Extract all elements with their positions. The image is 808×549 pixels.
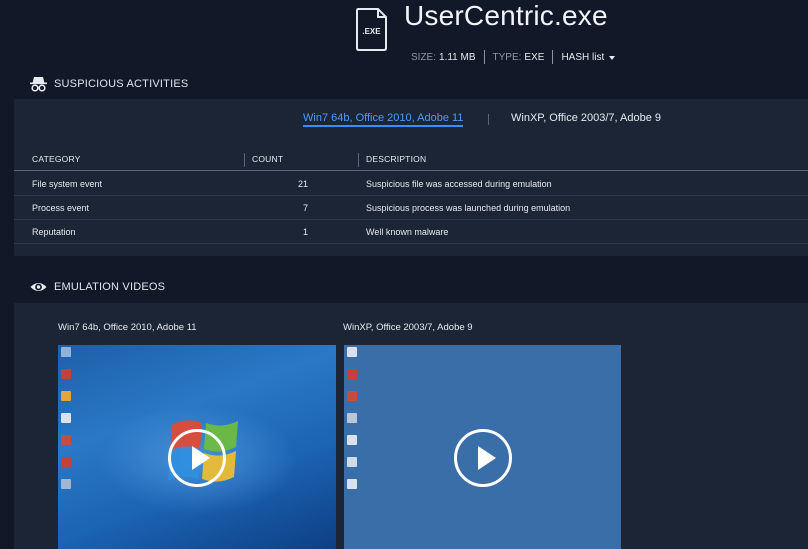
type-label: TYPE:	[492, 51, 522, 63]
eye-icon	[30, 283, 47, 291]
column-divider	[244, 153, 245, 167]
desktop-icon	[347, 413, 357, 423]
column-header-count[interactable]: COUNT	[252, 154, 283, 164]
file-title: UserCentric.exe	[404, 0, 608, 31]
desktop-icon	[347, 479, 357, 489]
desktop-icon	[61, 391, 71, 401]
play-icon[interactable]	[168, 429, 226, 487]
video-thumbnail-winxp[interactable]	[344, 345, 621, 549]
meta-divider	[552, 50, 554, 64]
suspicious-activities-header: SUSPICIOUS ACTIVITIES	[0, 71, 808, 97]
cell-description: Suspicious file was accessed during emul…	[366, 179, 552, 189]
section-title: EMULATION VIDEOS	[54, 281, 166, 293]
desktop-icon	[347, 369, 357, 379]
desktop-icons	[346, 347, 358, 501]
size-value: 1.11 MB	[439, 51, 476, 63]
cell-count: 7	[302, 203, 308, 213]
desktop-icon	[61, 479, 71, 489]
desktop-icon	[61, 347, 71, 357]
cell-category: File system event	[32, 179, 103, 189]
table-row[interactable]: File system event 21 Suspicious file was…	[14, 172, 808, 196]
hash-list-label: HASH list	[561, 51, 605, 63]
desktop-icon	[347, 435, 357, 445]
video-label-winxp: WinXP, Office 2003/7, Adobe 9	[343, 322, 473, 333]
cell-description: Suspicious process was launched during e…	[366, 203, 571, 213]
cell-count: 21	[297, 179, 308, 189]
desktop-icon	[347, 391, 357, 401]
desktop-icon	[347, 347, 357, 357]
file-header: .EXE UserCentric.exe SIZE: 1.11 MB TYPE:…	[0, 0, 808, 74]
desktop-icons	[60, 347, 72, 501]
desktop-icon	[61, 435, 71, 445]
spy-icon	[30, 77, 47, 92]
video-thumbnail-win7[interactable]	[58, 345, 336, 549]
table-header: CATEGORY COUNT DESCRIPTION	[14, 147, 808, 171]
column-header-description[interactable]: DESCRIPTION	[366, 154, 426, 164]
tab-win7[interactable]: Win7 64b, Office 2010, Adobe 11	[303, 112, 464, 127]
video-label-win7: Win7 64b, Office 2010, Adobe 11	[58, 322, 197, 333]
cell-description: Well known malware	[366, 227, 449, 237]
file-meta: SIZE: 1.11 MB TYPE: EXE HASH list	[411, 50, 616, 64]
type-value: EXE	[524, 51, 545, 63]
suspicious-activities-panel: Win7 64b, Office 2010, Adobe 11 WinXP, O…	[14, 99, 808, 256]
tab-divider	[488, 114, 489, 125]
emulation-videos-panel: Win7 64b, Office 2010, Adobe 11 WinXP, O…	[14, 303, 808, 549]
hash-list-dropdown[interactable]: HASH list	[561, 51, 616, 63]
meta-divider	[483, 50, 485, 64]
size-label: SIZE:	[411, 51, 437, 63]
desktop-icon	[347, 457, 357, 467]
cell-category: Reputation	[32, 227, 76, 237]
cell-category: Process event	[32, 203, 90, 213]
tab-winxp[interactable]: WinXP, Office 2003/7, Adobe 9	[511, 112, 661, 124]
column-divider	[358, 153, 359, 167]
table-row[interactable]: Process event 7 Suspicious process was l…	[14, 196, 808, 220]
file-icon-text: .EXE	[362, 27, 381, 36]
column-header-category[interactable]: CATEGORY	[32, 154, 81, 164]
cell-count: 1	[302, 227, 308, 237]
exe-file-icon: .EXE	[356, 8, 387, 51]
table-row[interactable]: Reputation 1 Well known malware	[14, 220, 808, 244]
desktop-icon	[61, 369, 71, 379]
play-icon[interactable]	[454, 429, 512, 487]
emulation-videos-header: EMULATION VIDEOS	[0, 274, 808, 300]
desktop-icon	[61, 413, 71, 423]
section-title: SUSPICIOUS ACTIVITIES	[54, 78, 189, 90]
desktop-icon	[61, 457, 71, 467]
chevron-down-icon	[609, 56, 616, 60]
